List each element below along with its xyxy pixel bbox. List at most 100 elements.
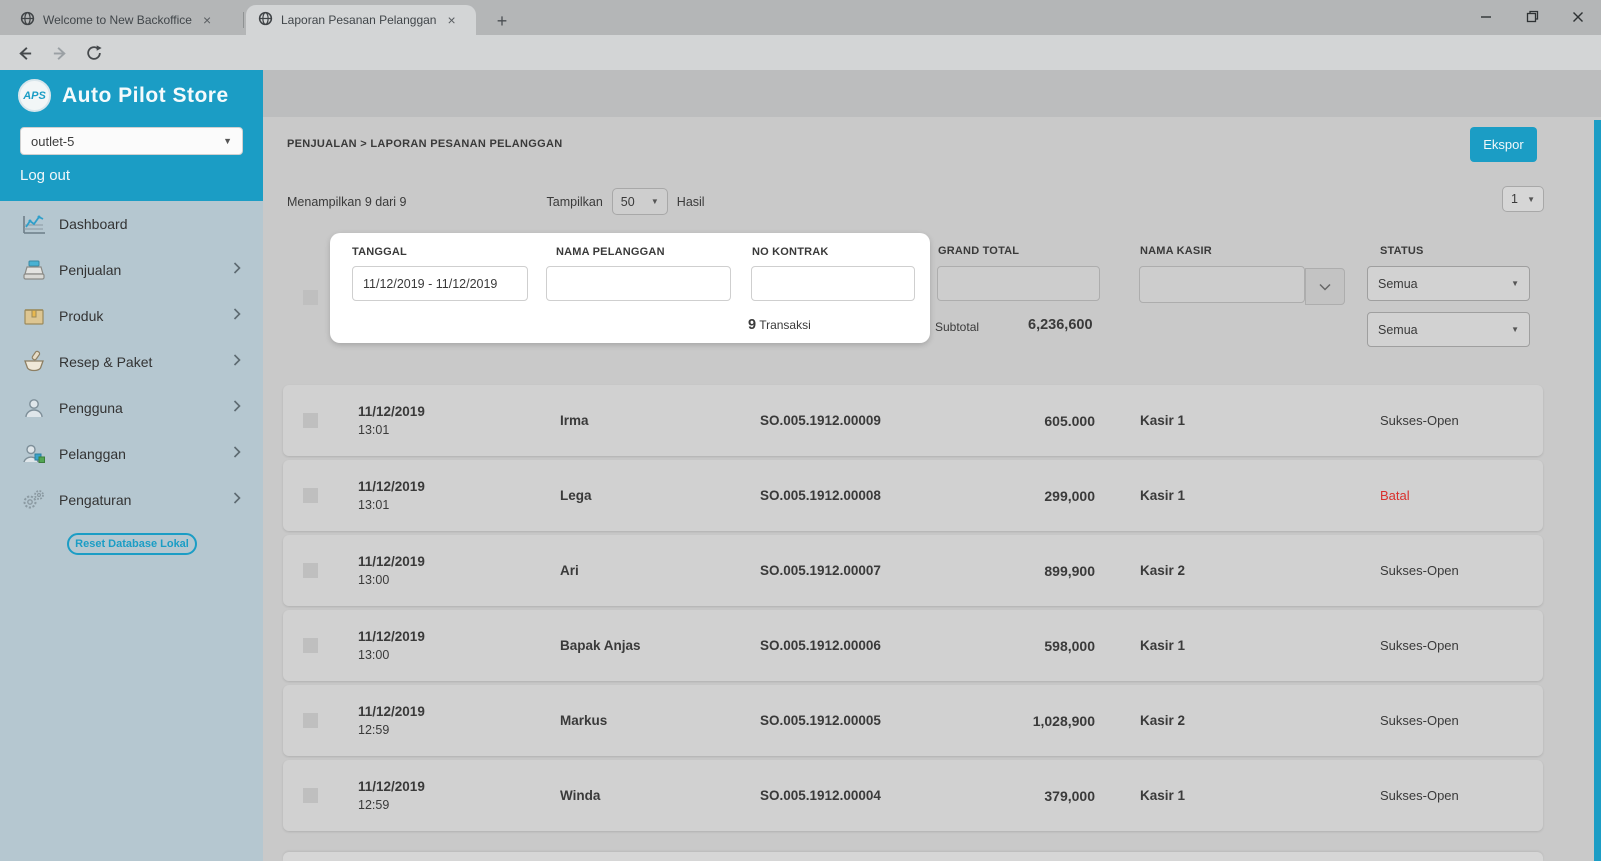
no-kontrak-filter-input[interactable] bbox=[751, 266, 915, 301]
col-header-tanggal: TANGGAL bbox=[352, 246, 407, 258]
chevron-right-icon bbox=[233, 399, 241, 417]
orders-table: 11/12/2019 13:01 Irma SO.005.1912.00009 … bbox=[283, 385, 1543, 835]
row-checkbox[interactable] bbox=[303, 563, 318, 578]
page-size-select[interactable]: 50 ▼ bbox=[612, 188, 668, 215]
sidebar-menu: Dashboard Penjualan Produk bbox=[0, 201, 263, 523]
sidebar-item-resep-paket[interactable]: Resep & Paket bbox=[0, 339, 263, 385]
cell-cashier: Kasir 1 bbox=[1140, 413, 1380, 428]
tab-welcome-backoffice[interactable]: Welcome to New Backoffice × bbox=[8, 5, 240, 35]
sidebar-item-pengguna[interactable]: Pengguna bbox=[0, 385, 263, 431]
status-filter-select-2[interactable]: Semua ▼ bbox=[1367, 312, 1530, 347]
cell-customer: Bapak Anjas bbox=[560, 638, 760, 653]
subtotal-label: Subtotal bbox=[935, 320, 979, 334]
order-date: 11/12/2019 bbox=[358, 704, 560, 719]
grand-total-filter-input[interactable] bbox=[937, 266, 1100, 301]
results-meta-row: Menampilkan 9 dari 9 Tampilkan 50 ▼ Hasi… bbox=[287, 188, 705, 215]
sidebar-item-label: Produk bbox=[59, 308, 103, 324]
back-button[interactable] bbox=[12, 41, 36, 65]
customer-icon bbox=[20, 441, 48, 467]
globe-favicon-icon bbox=[258, 11, 273, 29]
sidebar-item-dashboard[interactable]: Dashboard bbox=[0, 201, 263, 247]
sidebar-item-produk[interactable]: Produk bbox=[0, 293, 263, 339]
order-time: 12:59 bbox=[358, 798, 560, 812]
top-strip bbox=[263, 70, 1601, 117]
caret-down-icon: ▼ bbox=[1511, 325, 1519, 334]
brand: APS Auto Pilot Store bbox=[18, 79, 229, 112]
status-filter-value: Semua bbox=[1378, 277, 1418, 291]
cell-grand-total: 379,000 bbox=[940, 788, 1095, 804]
cell-date: 11/12/2019 12:59 bbox=[358, 704, 560, 737]
status-filter-select[interactable]: Semua ▼ bbox=[1367, 266, 1530, 301]
cell-cashier: Kasir 1 bbox=[1140, 788, 1380, 803]
chevron-right-icon bbox=[233, 307, 241, 325]
tab-close-icon[interactable]: × bbox=[200, 12, 214, 28]
tanggal-filter-input[interactable] bbox=[352, 266, 528, 301]
mortar-pestle-icon bbox=[20, 349, 48, 375]
transaction-count-number: 9 bbox=[748, 317, 756, 333]
filter-header-row: TANGGAL NAMA PELANGGAN NO KONTRAK 9 Tran… bbox=[283, 232, 1543, 345]
tab-strip: Welcome to New Backoffice × Laporan Pesa… bbox=[0, 0, 1601, 35]
row-checkbox[interactable] bbox=[303, 413, 318, 428]
new-tab-button[interactable]: + bbox=[489, 8, 515, 34]
status-text: Sukses-Open bbox=[1380, 638, 1459, 653]
col-header-no-kontrak: NO KONTRAK bbox=[752, 246, 829, 258]
breadcrumb: PENJUALAN > LAPORAN PESANAN PELANGGAN bbox=[287, 138, 562, 150]
col-header-nama-pelanggan: NAMA PELANGGAN bbox=[556, 246, 665, 258]
chevron-right-icon bbox=[233, 491, 241, 509]
tab-laporan-pesanan[interactable]: Laporan Pesanan Pelanggan × bbox=[246, 5, 476, 35]
col-header-status: STATUS bbox=[1380, 245, 1424, 257]
cell-grand-total: 1,028,900 bbox=[940, 713, 1095, 729]
reload-button[interactable] bbox=[82, 41, 106, 65]
page-number-value: 1 bbox=[1511, 192, 1518, 206]
kasir-dropdown-button[interactable] bbox=[1305, 268, 1345, 305]
cell-cashier: Kasir 2 bbox=[1140, 563, 1380, 578]
cell-customer: Irma bbox=[560, 413, 760, 428]
col-header-grand-total: GRAND TOTAL bbox=[938, 245, 1019, 257]
sidebar-item-pelanggan[interactable]: Pelanggan bbox=[0, 431, 263, 477]
sidebar-item-pengaturan[interactable]: Pengaturan bbox=[0, 477, 263, 523]
table-row: 11/12/2019 13:00 Bapak Anjas SO.005.1912… bbox=[283, 610, 1543, 681]
outlet-selector[interactable]: outlet-5 ▼ bbox=[20, 127, 243, 155]
status-text: Sukses-Open bbox=[1380, 563, 1459, 578]
minimize-button[interactable] bbox=[1463, 0, 1509, 33]
reset-database-button[interactable]: Reset Database Lokal bbox=[67, 533, 197, 555]
tab-close-icon[interactable]: × bbox=[444, 12, 458, 28]
show-label: Tampilkan bbox=[547, 195, 603, 209]
cell-customer: Winda bbox=[560, 788, 760, 803]
cell-customer: Lega bbox=[560, 488, 760, 503]
cell-date: 11/12/2019 13:00 bbox=[358, 629, 560, 662]
brand-name: Auto Pilot Store bbox=[62, 84, 229, 108]
close-window-button[interactable] bbox=[1555, 0, 1601, 33]
sidebar-item-penjualan[interactable]: Penjualan bbox=[0, 247, 263, 293]
cell-date: 11/12/2019 13:01 bbox=[358, 404, 560, 437]
sidebar-item-label: Pengguna bbox=[59, 400, 123, 416]
sidebar-item-label: Pelanggan bbox=[59, 446, 126, 462]
cell-status: Sukses-Open bbox=[1380, 638, 1543, 653]
restore-button[interactable] bbox=[1509, 0, 1555, 33]
tab-divider bbox=[243, 12, 244, 28]
row-checkbox[interactable] bbox=[303, 638, 318, 653]
table-row: 11/12/2019 13:01 Lega SO.005.1912.00008 … bbox=[283, 460, 1543, 531]
nama-pelanggan-filter-input[interactable] bbox=[546, 266, 731, 301]
main-panel: PENJUALAN > LAPORAN PESANAN PELANGGAN Ek… bbox=[263, 70, 1601, 861]
nama-kasir-filter-input[interactable] bbox=[1139, 266, 1305, 303]
page-scrollbar[interactable] bbox=[1594, 120, 1601, 861]
row-checkbox[interactable] bbox=[303, 488, 318, 503]
order-time: 13:00 bbox=[358, 648, 560, 662]
page-number-select[interactable]: 1 ▼ bbox=[1502, 186, 1544, 212]
sidebar: APS Auto Pilot Store outlet-5 ▼ Log out … bbox=[0, 70, 263, 861]
tab-title: Laporan Pesanan Pelanggan bbox=[281, 13, 436, 27]
caret-down-icon: ▼ bbox=[223, 136, 232, 146]
row-checkbox[interactable] bbox=[303, 788, 318, 803]
order-date: 11/12/2019 bbox=[358, 554, 560, 569]
table-row-partial bbox=[283, 852, 1543, 861]
select-all-checkbox[interactable] bbox=[303, 290, 318, 305]
logout-link[interactable]: Log out bbox=[20, 167, 70, 184]
export-button[interactable]: Ekspor bbox=[1470, 127, 1537, 162]
row-checkbox[interactable] bbox=[303, 713, 318, 728]
forward-button[interactable] bbox=[48, 41, 72, 65]
outlet-value: outlet-5 bbox=[31, 134, 74, 149]
order-date: 11/12/2019 bbox=[358, 779, 560, 794]
status-text: Sukses-Open bbox=[1380, 413, 1459, 428]
order-time: 13:01 bbox=[358, 423, 560, 437]
